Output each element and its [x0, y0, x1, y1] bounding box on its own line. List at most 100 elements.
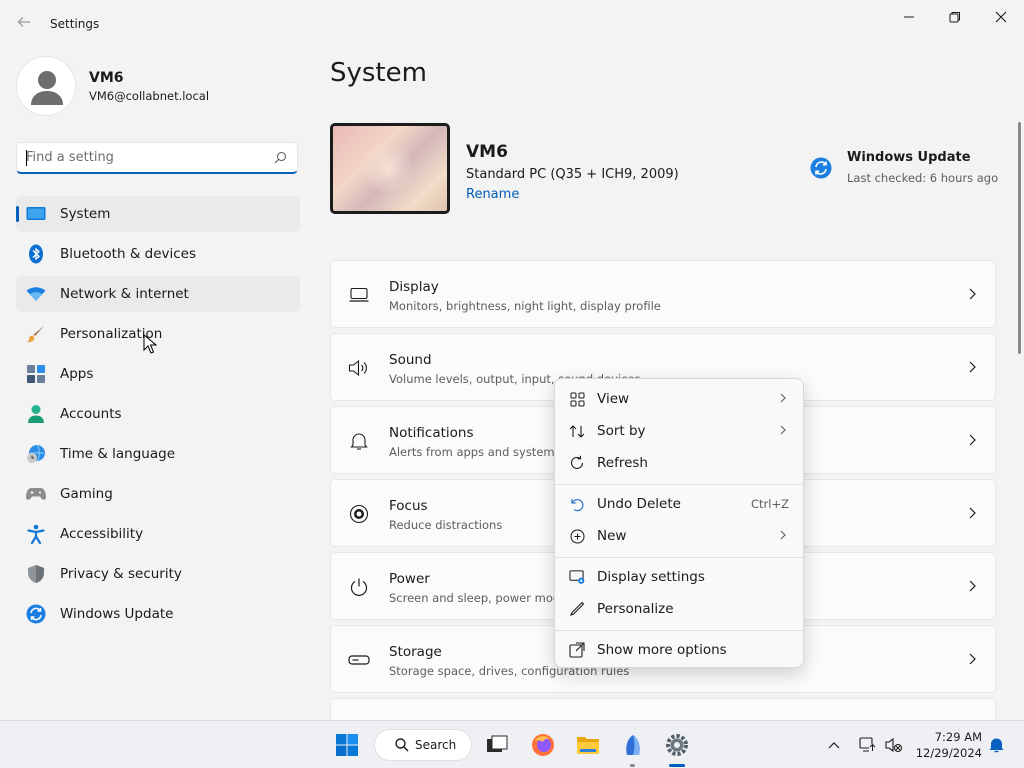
scrollbar-thumb[interactable] [1018, 122, 1021, 354]
context-menu-label: Sort by [597, 423, 646, 439]
setting-card-display[interactable]: Display Monitors, brightness, night ligh… [330, 260, 996, 328]
clock-time: 7:29 AM [934, 730, 982, 744]
windows-update-title: Windows Update [847, 150, 971, 165]
taskbar: Search 7:29 AM 12/29/2024 [0, 720, 1024, 768]
chevron-right-icon [780, 530, 786, 540]
drive-icon [348, 650, 370, 670]
sidebar-item-label: Network & internet [60, 286, 189, 302]
update-icon [25, 603, 47, 625]
taskbar-settings[interactable] [660, 729, 694, 761]
user-profile[interactable]: VM6 VM6@collabnet.local [16, 56, 209, 116]
gear-icon [666, 734, 688, 756]
mouse-cursor-icon [143, 334, 157, 354]
firefox-icon [532, 734, 554, 756]
minimize-button[interactable] [886, 2, 932, 32]
wifi-icon [25, 283, 47, 305]
sidebar-item-label: Privacy & security [60, 566, 182, 582]
context-menu-label: New [597, 528, 627, 544]
rename-link[interactable]: Rename [466, 187, 679, 202]
search-box[interactable] [16, 142, 298, 174]
taskbar-firefox[interactable] [526, 729, 560, 761]
context-menu-sort-by[interactable]: Sort by [559, 416, 801, 446]
pen-icon [569, 601, 585, 617]
card-description: Monitors, brightness, night light, displ… [389, 299, 661, 313]
chevron-right-icon [969, 288, 976, 300]
back-arrow-icon [17, 17, 30, 27]
update-icon [810, 157, 832, 179]
task-view-button[interactable] [480, 729, 514, 761]
close-icon [995, 11, 1007, 23]
open-external-icon [569, 642, 585, 658]
context-menu-refresh[interactable]: Refresh [559, 448, 801, 478]
menu-separator [555, 484, 803, 485]
task-view-icon [487, 735, 508, 752]
focus-icon [348, 504, 370, 524]
card-title: Notifications [389, 425, 474, 441]
notification-center-button[interactable] [983, 729, 1009, 761]
monitor-icon [25, 203, 47, 225]
shield-icon [25, 563, 47, 585]
back-button[interactable] [14, 14, 34, 34]
menu-separator [555, 630, 803, 631]
card-description: Screen and sleep, power mode [389, 591, 568, 605]
sidebar-item-time-language[interactable]: Time & language [16, 436, 300, 472]
sort-icon [569, 423, 585, 439]
card-description: Reduce distractions [389, 518, 503, 532]
windows-update-status[interactable]: Windows Update Last checked: 6 hours ago [810, 150, 998, 185]
sidebar-item-accounts[interactable]: Accounts [16, 396, 300, 432]
search-icon [274, 151, 287, 164]
context-menu-undo-delete[interactable]: Undo Delete Ctrl+Z [559, 489, 801, 519]
clock-date: 12/29/2024 [915, 746, 982, 760]
tray-volume-status[interactable] [878, 729, 910, 761]
grid-icon [569, 391, 585, 407]
minimize-icon [904, 16, 914, 18]
device-model: Standard PC (Q35 + ICH9, 2009) [466, 167, 679, 182]
context-menu-label: Display settings [597, 569, 705, 585]
chevron-right-icon [969, 434, 976, 446]
context-menu-view[interactable]: View [559, 384, 801, 414]
search-input[interactable] [26, 143, 266, 171]
context-menu-display-settings[interactable]: Display settings [559, 562, 801, 592]
sidebar-item-windows-update[interactable]: Windows Update [16, 596, 300, 632]
volume-muted-icon [885, 737, 902, 753]
text-caret [26, 150, 27, 166]
taskbar-app[interactable] [616, 729, 650, 761]
start-button[interactable] [330, 729, 364, 761]
show-hidden-icons-button[interactable] [818, 729, 850, 761]
windows-update-last-checked: Last checked: 6 hours ago [847, 171, 999, 185]
speaker-icon [348, 358, 370, 378]
context-menu-label: Refresh [597, 455, 648, 471]
display-settings-icon [569, 569, 585, 585]
chevron-right-icon [969, 580, 976, 592]
context-menu-new[interactable]: New [559, 521, 801, 551]
sidebar-item-gaming[interactable]: Gaming [16, 476, 300, 512]
taskbar-file-explorer[interactable] [571, 729, 605, 761]
sidebar-item-personalization[interactable]: Personalization [16, 316, 300, 352]
network-monitor-icon [859, 737, 876, 752]
taskbar-search[interactable]: Search [374, 729, 472, 761]
close-button[interactable] [978, 2, 1024, 32]
brush-icon [25, 323, 47, 345]
gamepad-icon [25, 483, 47, 505]
chevron-right-icon [780, 425, 786, 435]
windows-logo-icon [336, 734, 358, 756]
card-description: Alerts from apps and system, d [389, 445, 570, 459]
context-menu-personalize[interactable]: Personalize [559, 594, 801, 624]
tray-clock[interactable]: 7:29 AM 12/29/2024 [914, 729, 982, 761]
undo-icon [569, 496, 585, 512]
sidebar-item-apps[interactable]: Apps [16, 356, 300, 392]
context-menu-label: Undo Delete [597, 496, 681, 512]
restore-button[interactable] [932, 2, 978, 32]
device-summary: VM6 Standard PC (Q35 + ICH9, 2009) Renam… [330, 123, 679, 214]
context-menu-show-more-options[interactable]: Show more options [559, 635, 801, 665]
power-icon [348, 577, 370, 597]
sidebar-item-system[interactable]: System [16, 196, 300, 232]
globe-clock-icon [25, 443, 47, 465]
sidebar-item-network[interactable]: Network & internet [16, 276, 300, 312]
chevron-right-icon [969, 361, 976, 373]
sidebar-item-bluetooth[interactable]: Bluetooth & devices [16, 236, 300, 272]
sidebar-item-privacy[interactable]: Privacy & security [16, 556, 300, 592]
sidebar-nav: System Bluetooth & devices Network & int… [16, 196, 300, 636]
sidebar-item-label: Windows Update [60, 606, 174, 622]
sidebar-item-accessibility[interactable]: Accessibility [16, 516, 300, 552]
